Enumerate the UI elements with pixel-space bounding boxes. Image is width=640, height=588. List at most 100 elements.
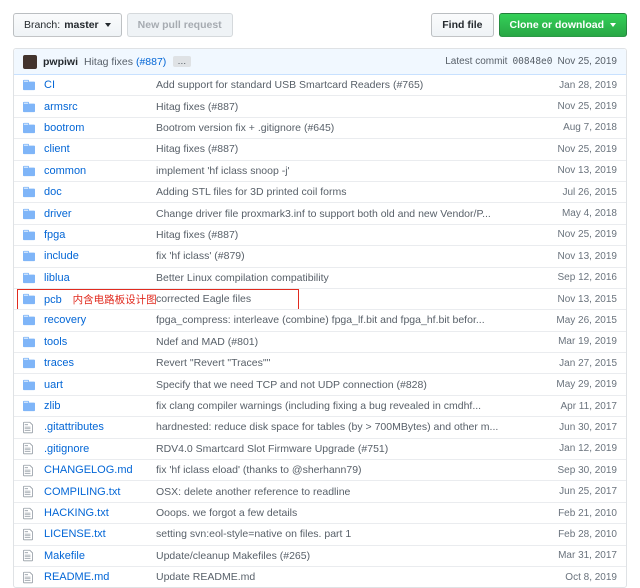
- file-name-link[interactable]: common: [44, 165, 86, 177]
- file-name-cell: traces: [44, 357, 156, 369]
- table-row: LICENSE.txt setting svn:eol-style=native…: [14, 523, 626, 544]
- folder-icon: [23, 356, 35, 370]
- file-name-link[interactable]: client: [44, 143, 70, 155]
- commit-message-link[interactable]: RDV4.0 Smartcard Slot Firmware Upgrade (…: [156, 443, 388, 455]
- file-name-link[interactable]: bootrom: [44, 122, 84, 134]
- table-row: liblua Better Linux compilation compatib…: [14, 267, 626, 288]
- commit-message-link[interactable]: fpga_compress: interleave (combine) fpga…: [156, 314, 485, 326]
- file-name-link[interactable]: pcb: [44, 294, 62, 306]
- commit-message-expander-button[interactable]: …: [173, 56, 191, 67]
- folder-icon: [23, 121, 35, 135]
- file-name-cell: Makefile: [44, 550, 156, 562]
- commit-message-link[interactable]: Specify that we need TCP and not UDP con…: [156, 379, 427, 391]
- file-name-cell: include: [44, 250, 156, 262]
- file-name-cell: uart: [44, 379, 156, 391]
- branch-name: master: [64, 19, 98, 31]
- file-navigation-toolbar: Branch: master New pull request Find fil…: [13, 13, 627, 37]
- file-type-cell: [14, 185, 44, 199]
- commit-message-link[interactable]: Ndef and MAD (#801): [156, 336, 258, 348]
- commit-message-cell: Bootrom version fix + .gitignore (#645): [156, 122, 533, 134]
- commit-message-cell: setting svn:eol-style=native on files. p…: [156, 528, 533, 540]
- commit-issue-link[interactable]: (#887): [136, 56, 166, 68]
- commit-message-cell: Specify that we need TCP and not UDP con…: [156, 379, 533, 391]
- clone-or-download-button[interactable]: Clone or download: [499, 13, 628, 37]
- file-icon: [23, 549, 33, 562]
- commit-message-link[interactable]: Revert "Revert "Traces"": [156, 357, 270, 369]
- commit-message-link[interactable]: implement 'hf iclass snoop -j': [156, 165, 290, 177]
- commit-message-link[interactable]: Hitag fixes (#887): [84, 56, 166, 68]
- file-name-link[interactable]: CHANGELOG.md: [44, 464, 133, 476]
- commit-message-link[interactable]: Hitag fixes (#887): [156, 229, 238, 241]
- file-name-link[interactable]: driver: [44, 208, 72, 220]
- file-name-link[interactable]: doc: [44, 186, 62, 198]
- commit-hash-link[interactable]: 00848e0: [512, 56, 552, 67]
- file-name-cell: LICENSE.txt: [44, 528, 156, 540]
- commit-message-link[interactable]: hardnested: reduce disk space for tables…: [156, 421, 498, 433]
- commit-message-cell: Adding STL files for 3D printed coil for…: [156, 186, 533, 198]
- commit-message-link[interactable]: Hitag fixes (#887): [156, 101, 238, 113]
- table-row: bootrom Bootrom version fix + .gitignore…: [14, 117, 626, 138]
- commit-message-cell: OSX: delete another reference to readlin…: [156, 486, 533, 498]
- file-name-link[interactable]: tools: [44, 336, 67, 348]
- file-name-cell: recovery: [44, 314, 156, 326]
- commit-message-link[interactable]: Better Linux compilation compatibility: [156, 272, 329, 284]
- commit-message-link[interactable]: fix 'hf iclass' (#879): [156, 250, 245, 262]
- file-name-link[interactable]: .gitattributes: [44, 421, 104, 433]
- file-name-link[interactable]: traces: [44, 357, 74, 369]
- commit-message-link[interactable]: Ooops. we forgot a few details: [156, 507, 297, 519]
- file-name-link[interactable]: armsrc: [44, 101, 78, 113]
- file-name-link[interactable]: LICENSE.txt: [44, 528, 106, 540]
- latest-commit-date: Nov 25, 2019: [558, 56, 618, 67]
- commit-message-link[interactable]: Adding STL files for 3D printed coil for…: [156, 186, 346, 198]
- commit-message-link[interactable]: Update/cleanup Makefiles (#265): [156, 550, 310, 562]
- table-row: .gitattributes hardnested: reduce disk s…: [14, 416, 626, 437]
- folder-icon: [23, 313, 35, 327]
- commit-message-link[interactable]: OSX: delete another reference to readlin…: [156, 486, 350, 498]
- file-name-cell: liblua: [44, 272, 156, 284]
- file-name-link[interactable]: COMPILING.txt: [44, 486, 120, 498]
- branch-label: Branch:: [24, 19, 60, 31]
- commit-message-link[interactable]: Change driver file proxmark3.inf to supp…: [156, 208, 491, 220]
- find-file-button[interactable]: Find file: [431, 13, 493, 37]
- commit-message-link[interactable]: setting svn:eol-style=native on files. p…: [156, 528, 351, 540]
- file-name-link[interactable]: HACKING.txt: [44, 507, 109, 519]
- avatar[interactable]: [23, 55, 37, 69]
- row-annotation: 内含电路板设计图: [73, 294, 157, 306]
- folder-icon: [23, 78, 35, 92]
- commit-message-link[interactable]: Bootrom version fix + .gitignore (#645): [156, 122, 334, 134]
- folder-icon: [23, 271, 35, 285]
- latest-commit-label: Latest commit: [445, 56, 507, 67]
- file-name-link[interactable]: include: [44, 250, 79, 262]
- file-name-link[interactable]: .gitignore: [44, 443, 89, 455]
- commit-author-link[interactable]: pwpiwi: [43, 56, 78, 68]
- table-row: zlib fix clang compiler warnings (includ…: [14, 395, 626, 416]
- file-name-link[interactable]: CI: [44, 79, 55, 91]
- file-icon: [23, 528, 33, 541]
- file-icon: [23, 485, 33, 498]
- file-type-cell: [14, 142, 44, 156]
- file-name-link[interactable]: uart: [44, 379, 63, 391]
- file-name-link[interactable]: liblua: [44, 272, 70, 284]
- commit-message-link[interactable]: corrected Eagle files: [156, 293, 251, 305]
- file-name-link[interactable]: fpga: [44, 229, 65, 241]
- file-name-link[interactable]: zlib: [44, 400, 61, 412]
- file-name-link[interactable]: recovery: [44, 314, 86, 326]
- file-name-link[interactable]: Makefile: [44, 550, 85, 562]
- commit-message-link[interactable]: fix clang compiler warnings (including f…: [156, 400, 481, 412]
- table-row: recovery fpga_compress: interleave (comb…: [14, 309, 626, 330]
- commit-message-link[interactable]: fix 'hf iclass eload' (thanks to @sherha…: [156, 464, 362, 476]
- commit-message-link[interactable]: Hitag fixes (#887): [156, 143, 238, 155]
- commit-message-cell: Hitag fixes (#887): [156, 143, 533, 155]
- branch-select-button[interactable]: Branch: master: [13, 13, 122, 37]
- file-type-cell: [14, 207, 44, 221]
- commit-date: Jun 25, 2017: [533, 486, 626, 497]
- file-name-cell: CHANGELOG.md: [44, 464, 156, 476]
- commit-date: Nov 13, 2015: [533, 294, 626, 305]
- commit-date: Aug 7, 2018: [533, 122, 626, 133]
- file-name-cell: tools: [44, 336, 156, 348]
- folder-icon: [23, 164, 35, 178]
- commit-date: Nov 13, 2019: [533, 251, 626, 262]
- commit-message-link[interactable]: Add support for standard USB Smartcard R…: [156, 79, 423, 91]
- new-pull-request-button[interactable]: New pull request: [127, 13, 233, 37]
- commit-date: Nov 25, 2019: [533, 144, 626, 155]
